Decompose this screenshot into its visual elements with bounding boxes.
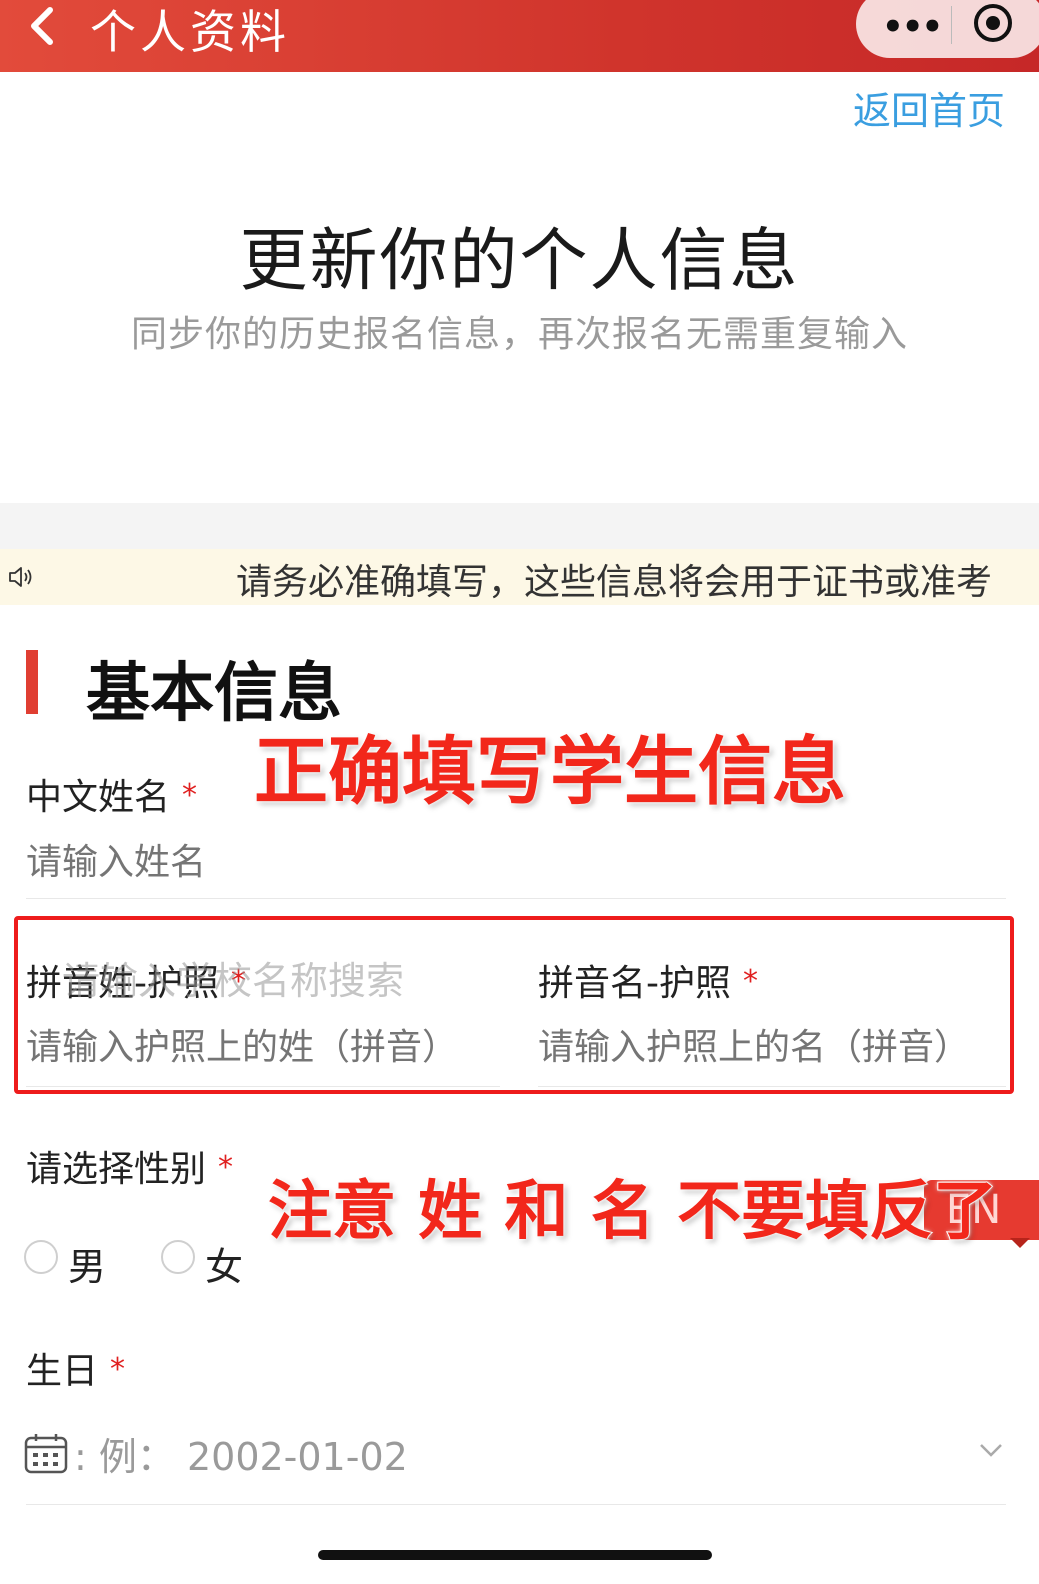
home-indicator — [318, 1550, 712, 1560]
speaker-icon — [9, 567, 32, 587]
annotation-bottom: 注意 姓 和 名 不要填反了 — [267, 1174, 998, 1250]
capsule-divider — [951, 6, 952, 44]
chevron-down-icon[interactable] — [978, 1440, 1004, 1460]
chinese-name-input[interactable] — [26, 838, 926, 886]
birthday-input[interactable]: : 例： 2002-01-02 — [74, 1426, 408, 1481]
hero-title: 更新你的个人信息 — [239, 222, 800, 301]
gender-male-label[interactable]: 男 — [68, 1236, 106, 1291]
navbar: 个人资料 ••• — [0, 0, 1039, 72]
annotation-top: 正确填写学生信息 — [253, 728, 847, 816]
gender-female-label[interactable]: 女 — [205, 1236, 243, 1291]
required-mark: * — [110, 1352, 126, 1387]
page-title: 个人资料 — [90, 5, 290, 59]
miniprogram-close-icon[interactable] — [974, 4, 1012, 42]
field-underline — [26, 1504, 1006, 1505]
miniprogram-capsule: ••• — [856, 0, 1039, 58]
chinese-name-label: 中文姓名 * — [26, 777, 198, 818]
field-underline — [26, 898, 1006, 899]
notice-bar: 请务必准确填写，这些信息将会用于证书或准考 — [0, 549, 1039, 605]
calendar-icon[interactable] — [24, 1432, 68, 1474]
birthday-label: 生日 * — [26, 1351, 126, 1392]
more-dots-icon[interactable]: ••• — [882, 10, 943, 44]
back-arrow-icon[interactable] — [22, 6, 62, 46]
section-divider — [0, 503, 1039, 549]
hero-subtitle: 同步你的历史报名信息，再次报名无需重复输入 — [130, 314, 908, 355]
gender-male-radio[interactable] — [24, 1240, 58, 1274]
required-mark: * — [182, 778, 198, 813]
section-accent-bar — [26, 650, 38, 714]
gender-female-radio[interactable] — [161, 1240, 195, 1274]
required-mark: * — [218, 1150, 234, 1185]
gender-label: 请选择性别 * — [26, 1149, 234, 1190]
highlight-box — [14, 916, 1014, 1094]
back-to-home-link[interactable]: 返回首页 — [853, 80, 1005, 135]
notice-text: 请务必准确填写，这些信息将会用于证书或准考 — [236, 562, 993, 603]
